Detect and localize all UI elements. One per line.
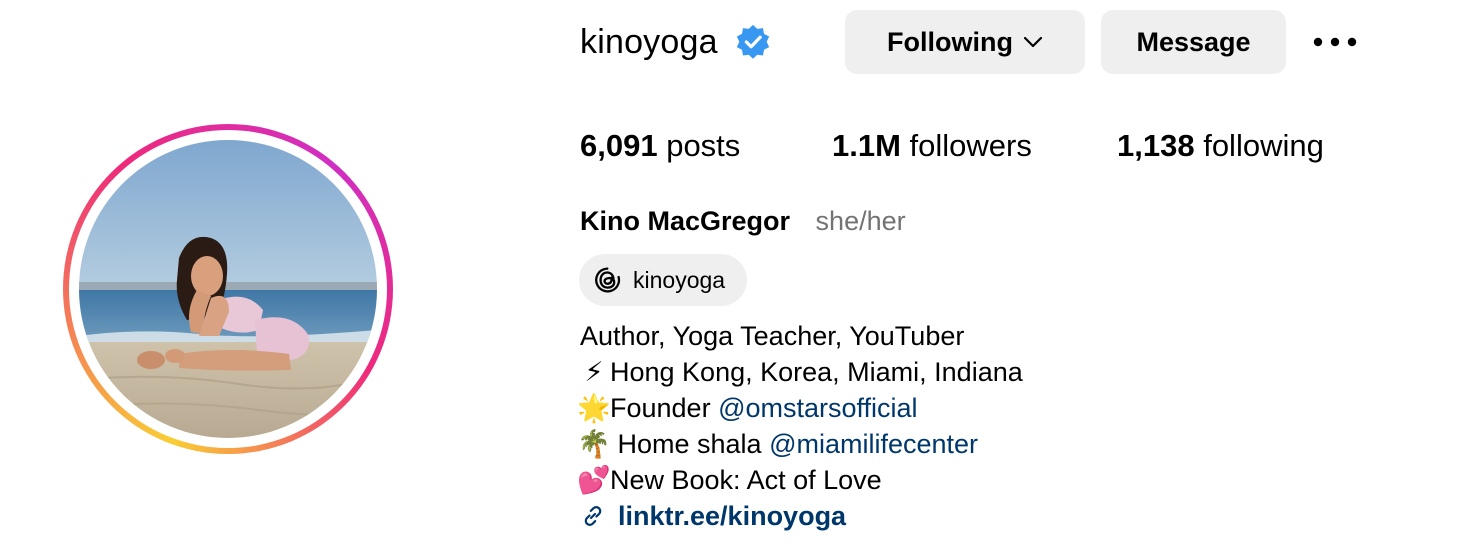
profile-header: kinoyoga: [580, 10, 772, 74]
bio-line: Author, Yoga Teacher, YouTuber: [580, 318, 1023, 354]
bio-text: Founder: [610, 393, 719, 423]
followers-label: followers: [909, 128, 1032, 163]
following-count: 1,138: [1117, 128, 1195, 163]
verified-badge-icon: [734, 23, 772, 61]
avatar-gap: [69, 130, 387, 448]
username[interactable]: kinoyoga: [580, 23, 718, 62]
following-stat[interactable]: 1,138 following: [1117, 128, 1324, 164]
avatar[interactable]: [79, 140, 377, 438]
following-button[interactable]: Following: [845, 10, 1085, 74]
bio-line: 🌴 Home shala @miamilifecenter: [577, 426, 1023, 462]
avatar-photo-image: [79, 140, 377, 438]
external-link[interactable]: linktr.ee/kinoyoga: [580, 498, 1023, 534]
chevron-down-icon: [1023, 35, 1043, 49]
bio-text: Hong Kong, Korea, Miami, Indiana: [610, 357, 1023, 387]
name-line: Kino MacGregor she/her: [580, 206, 906, 237]
mention-link[interactable]: @miamilifecenter: [769, 426, 978, 462]
posts-count: 6,091: [580, 128, 658, 163]
message-button[interactable]: Message: [1101, 10, 1286, 74]
followers-stat[interactable]: 1.1M followers: [832, 128, 1032, 164]
bio-line: ⚡ Hong Kong, Korea, Miami, Indiana: [580, 354, 1023, 390]
posts-stat: 6,091 posts: [580, 128, 740, 164]
posts-label: posts: [666, 128, 741, 163]
followers-count: 1.1M: [832, 128, 901, 163]
more-options-icon[interactable]: [1310, 28, 1360, 56]
full-name: Kino MacGregor: [580, 206, 791, 236]
lightning-emoji-icon: ⚡: [584, 357, 604, 387]
message-button-label: Message: [1136, 26, 1251, 57]
bio-line: 🌟 Founder @omstarsofficial: [577, 390, 1023, 426]
mention-link[interactable]: @omstarsofficial: [718, 390, 917, 426]
star-emoji-icon: 🌟: [577, 393, 611, 423]
following-button-label: Following: [887, 26, 1013, 57]
bio-line: 💕 New Book: Act of Love: [577, 462, 1023, 498]
bio-text: Author, Yoga Teacher, YouTuber: [580, 321, 965, 351]
bio: Author, Yoga Teacher, YouTuber ⚡ Hong Ko…: [577, 318, 1023, 534]
palm-tree-emoji-icon: 🌴: [577, 429, 611, 459]
link-icon: [580, 503, 606, 529]
bio-text: Home shala: [610, 429, 770, 459]
threads-icon: [593, 265, 623, 295]
threads-badge[interactable]: kinoyoga: [579, 254, 747, 306]
following-label: following: [1203, 128, 1324, 163]
story-ring[interactable]: [63, 124, 393, 454]
bio-text: New Book: Act of Love: [610, 465, 882, 495]
two-hearts-emoji-icon: 💕: [577, 465, 611, 495]
pronouns: she/her: [815, 206, 906, 236]
profile-page: kinoyoga Following Message 6,091 posts 1…: [0, 0, 1484, 550]
link-text: linktr.ee/kinoyoga: [618, 501, 847, 531]
threads-handle: kinoyoga: [633, 266, 726, 293]
